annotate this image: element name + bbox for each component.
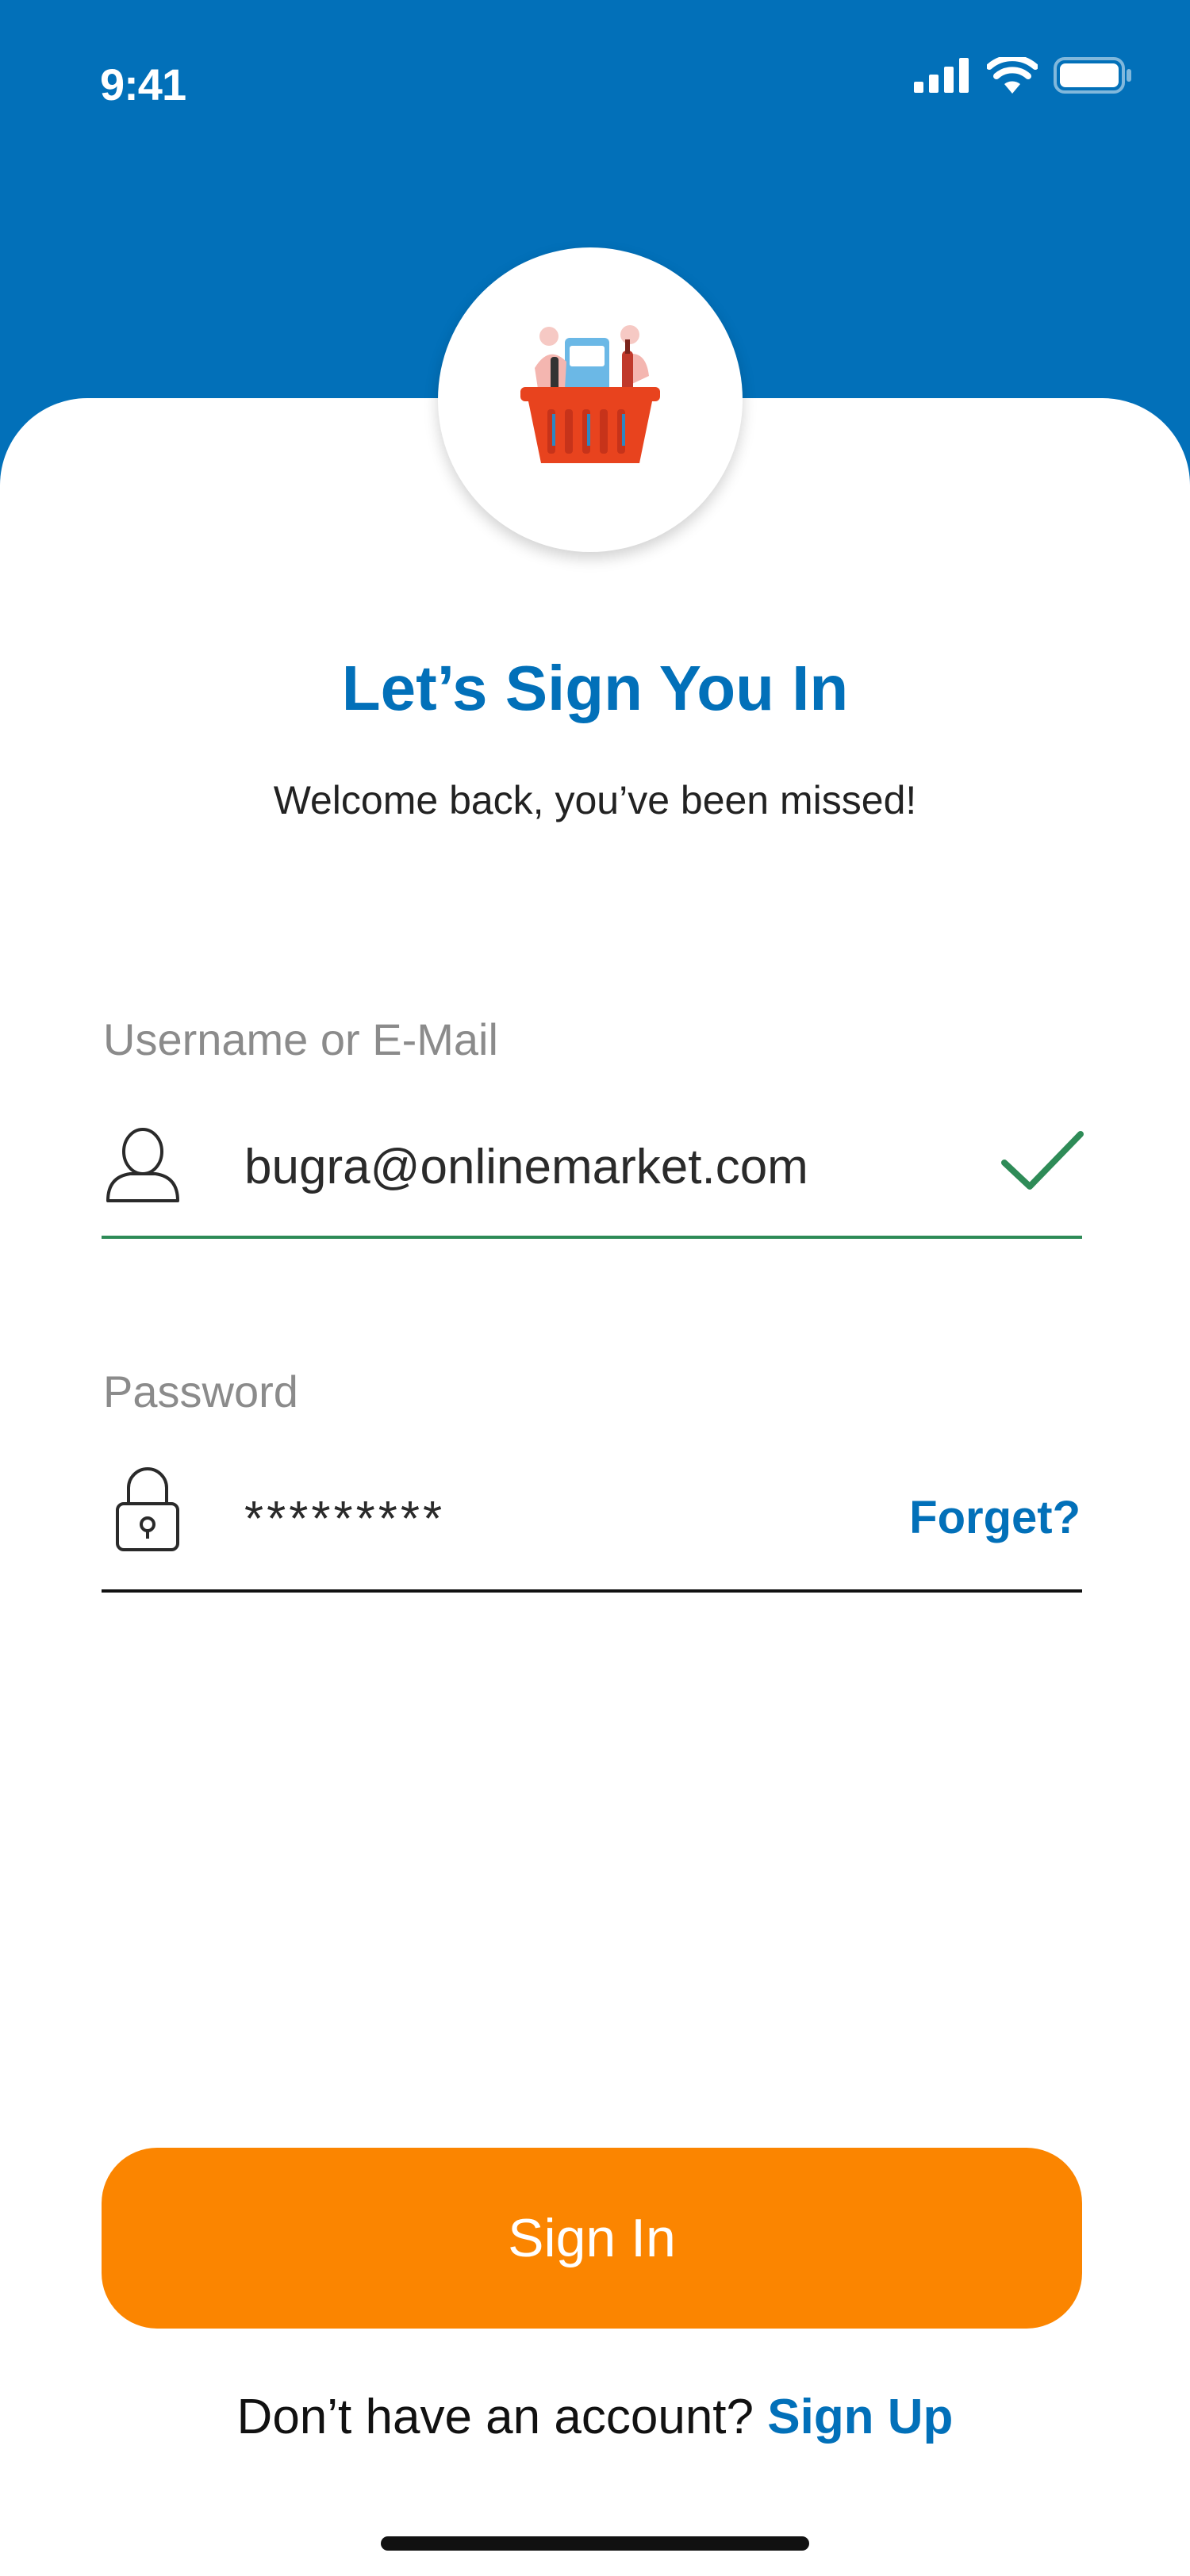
signup-prompt-text: Don’t have an account? [236, 2390, 768, 2444]
username-input[interactable]: bugra@onlinemarket.com [244, 1139, 808, 1195]
sign-up-link[interactable]: Sign Up [767, 2390, 953, 2444]
page-subtitle: Welcome back, you’ve been missed! [273, 778, 917, 822]
status-time: 9:41 [100, 59, 186, 109]
forget-password-link[interactable]: Forget? [909, 1491, 1081, 1544]
password-underline [102, 1589, 1082, 1593]
user-icon [103, 1125, 182, 1208]
page-title: Let’s Sign You In [341, 653, 849, 723]
shopping-basket-icon [520, 325, 660, 463]
cellular-signal-icon [914, 58, 969, 93]
password-input[interactable]: ********* [244, 1491, 445, 1547]
wifi-icon [987, 57, 1038, 94]
username-label: Username or E-Mail [103, 1014, 498, 1064]
username-underline [102, 1236, 1082, 1239]
home-indicator[interactable] [381, 2536, 809, 2551]
password-label: Password [103, 1367, 298, 1416]
checkmark-icon [1001, 1129, 1084, 1197]
signup-prompt: Don’t have an account? Sign Up [0, 2389, 1190, 2445]
lock-icon [114, 1464, 181, 1557]
status-icons [914, 57, 1133, 94]
battery-icon [1054, 57, 1131, 94]
app-logo [438, 247, 743, 552]
sign-in-button[interactable]: Sign In [102, 2148, 1082, 2329]
